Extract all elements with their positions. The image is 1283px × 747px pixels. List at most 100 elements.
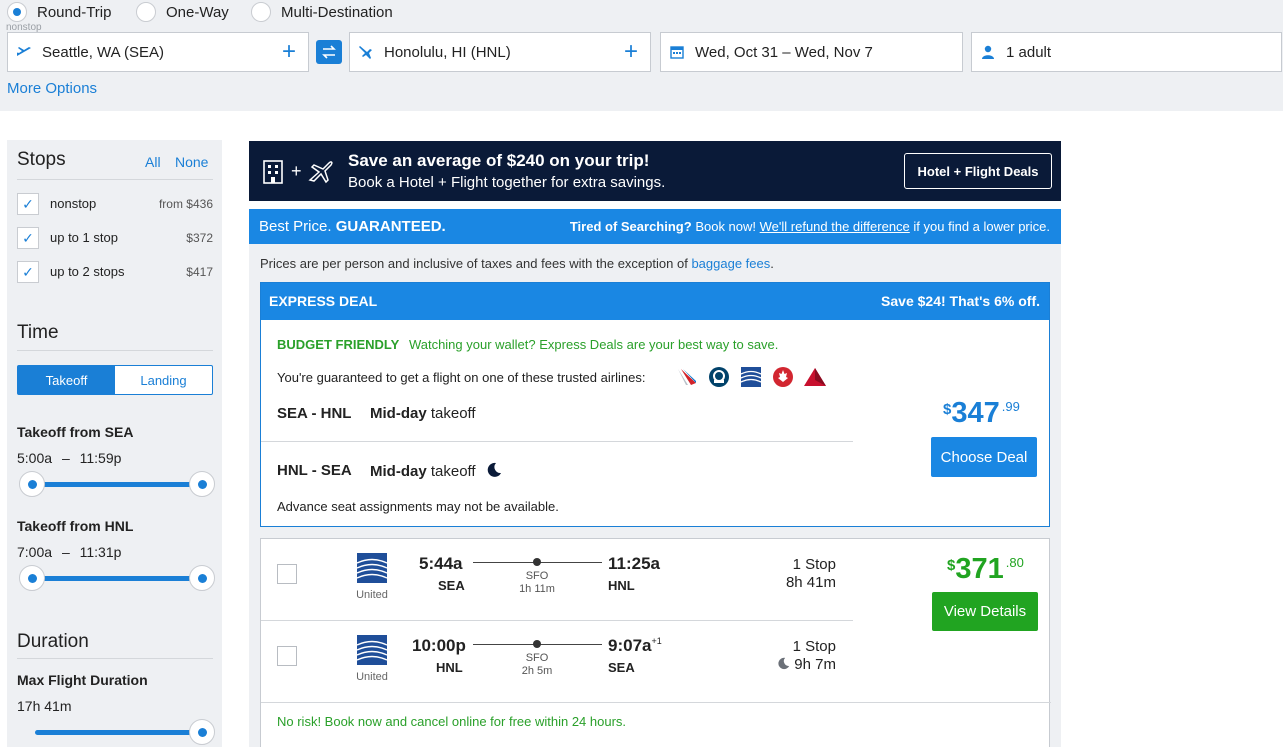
range-to: 11:59p	[79, 450, 122, 466]
outbound-time: Mid-day takeoff	[370, 405, 476, 422]
travelers-field[interactable]: 1 adult	[971, 32, 1282, 72]
stop-price: $372	[186, 231, 213, 245]
duration-slider[interactable]	[35, 730, 203, 735]
stop-filter-2-stops[interactable]: ✓ up to 2 stops $417	[17, 261, 213, 283]
express-deal-title: EXPRESS DEAL	[269, 293, 378, 309]
swap-airports-button[interactable]	[316, 40, 342, 64]
tab-takeoff[interactable]: Takeoff	[18, 366, 115, 394]
dates-value: Wed, Oct 31 – Wed, Nov 7	[695, 43, 873, 61]
more-options-link[interactable]: More Options	[7, 80, 97, 97]
duration-heading: Duration	[17, 631, 89, 652]
budget-friendly-tag: BUDGET FRIENDLY	[277, 337, 400, 352]
checkbox-checked-icon[interactable]: ✓	[17, 227, 39, 249]
takeoff-sea-slider[interactable]	[31, 482, 203, 487]
checkbox-checked-icon[interactable]: ✓	[17, 261, 39, 283]
takeoff-sea-label: Takeoff from SEA	[17, 424, 134, 440]
search-panel: Round-Trip One-Way Multi-Destination non…	[0, 0, 1283, 111]
slider-handle-max[interactable]	[189, 471, 215, 497]
alaska-airlines-logo-icon	[707, 365, 731, 389]
choose-deal-button[interactable]: Choose Deal	[931, 437, 1037, 477]
stop-dot	[533, 640, 541, 648]
origin-field[interactable]: Seattle, WA (SEA) +	[7, 32, 309, 72]
results-panel: Prices are per person and inclusive of t…	[249, 244, 1061, 747]
express-deal-card: EXPRESS DEAL Save $24! That's 6% off. BU…	[260, 282, 1050, 527]
refund-link[interactable]: We'll refund the difference	[760, 219, 910, 234]
stop-price: $417	[186, 265, 213, 279]
slider-handle-max[interactable]	[189, 719, 215, 745]
hotel-flight-deals-button[interactable]: Hotel + Flight Deals	[904, 153, 1052, 189]
range-sep: –	[61, 450, 70, 466]
stops-heading: Stops	[17, 149, 66, 170]
slider-handle-max[interactable]	[189, 565, 215, 591]
view-details-button[interactable]: View Details	[932, 592, 1038, 631]
price-cents: .80	[1005, 555, 1024, 570]
takeoff-landing-toggle: Takeoff Landing	[17, 365, 213, 395]
destination-field[interactable]: Honolulu, HI (HNL) +	[349, 32, 651, 72]
travelers-value: 1 adult	[1006, 43, 1052, 61]
united-logo-icon	[357, 635, 387, 665]
best-price-label: Best Price.	[259, 218, 332, 235]
arrive-airport: HNL	[608, 578, 635, 593]
delta-logo-icon	[803, 365, 827, 389]
stop-price: from $436	[158, 197, 213, 211]
depart-time: 5:44a	[419, 554, 463, 573]
united-logo-icon	[357, 553, 387, 583]
stops-all-link[interactable]: All	[145, 154, 161, 170]
one-way-radio[interactable]: One-Way	[136, 2, 229, 22]
range-sep: –	[61, 544, 70, 560]
layover-info: SFO 2h 5m	[507, 652, 567, 678]
checkbox-checked-icon[interactable]: ✓	[17, 193, 39, 215]
price-amount: 347	[951, 397, 1000, 429]
best-price-text: Best Price. GUARANTEED.	[259, 218, 446, 235]
inbound-time: Mid-day takeoff	[370, 462, 502, 480]
price-currency: $	[943, 401, 952, 418]
add-destination-icon[interactable]: +	[624, 39, 638, 65]
depart-time: 10:00p	[412, 636, 466, 655]
depart-airport: SEA	[438, 578, 465, 593]
takeoff-hnl-slider[interactable]	[31, 576, 203, 581]
swap-icon	[322, 45, 336, 59]
add-origin-icon[interactable]: +	[282, 39, 296, 65]
tab-landing[interactable]: Landing	[115, 366, 212, 394]
origin-value: Seattle, WA (SEA)	[42, 43, 164, 61]
stop-label: nonstop	[50, 196, 97, 211]
divider	[17, 179, 213, 180]
max-duration-value: 17h 41m	[17, 698, 72, 714]
baggage-fees-link[interactable]: baggage fees	[691, 256, 770, 271]
total-duration: 9h 7m	[794, 656, 836, 673]
arrive-time-value: 11:25a	[608, 554, 660, 573]
inbound-time-rest: takeoff	[430, 463, 476, 480]
budget-friendly-desc: Watching your wallet? Express Deals are …	[408, 337, 779, 352]
round-trip-radio[interactable]: Round-Trip	[7, 2, 111, 22]
hotel-flight-banner: + Save an average of $240 on your trip! …	[249, 141, 1061, 201]
stop-label: up to 1 stop	[50, 230, 118, 245]
book-now-label: Book now!	[695, 219, 757, 234]
radio-empty-icon	[251, 2, 271, 22]
range-from: 5:00a	[17, 450, 53, 466]
takeoff-sea-range: 5:00a – 11:59p	[17, 450, 121, 466]
arrive-time: 11:25a	[608, 554, 660, 574]
takeoff-hnl-label: Takeoff from HNL	[17, 518, 134, 534]
compare-checkbox[interactable]	[277, 646, 297, 666]
takeoff-hnl-range: 7:00a – 11:31p	[17, 544, 121, 560]
slider-handle-min[interactable]	[19, 471, 45, 497]
arrive-time-value: 9:07a	[608, 636, 652, 655]
multi-destination-radio[interactable]: Multi-Destination	[251, 2, 393, 22]
radio-empty-icon	[136, 2, 156, 22]
inbound-time-bold: Mid-day	[370, 463, 427, 480]
stops-count: 1 Stop	[792, 556, 836, 573]
stop-filter-1-stop[interactable]: ✓ up to 1 stop $372	[17, 227, 213, 249]
stop-filter-nonstop[interactable]: ✓ nonstop from $436	[17, 193, 213, 215]
arrive-airport: SEA	[608, 660, 635, 675]
slider-handle-min[interactable]	[19, 565, 45, 591]
express-deal-savings: Save $24! That's 6% off.	[881, 293, 1040, 309]
destination-value: Honolulu, HI (HNL)	[384, 43, 511, 61]
compare-checkbox[interactable]	[277, 564, 297, 584]
outbound-time-rest: takeoff	[430, 405, 476, 422]
trusted-airlines-text: You're guaranteed to get a flight on one…	[277, 370, 646, 385]
tired-label: Tired of Searching?	[569, 219, 692, 234]
stops-none-link[interactable]: None	[175, 154, 208, 170]
dates-field[interactable]: Wed, Oct 31 – Wed, Nov 7	[660, 32, 963, 72]
round-trip-label: Round-Trip	[37, 3, 112, 21]
range-from: 7:00a	[17, 544, 53, 560]
